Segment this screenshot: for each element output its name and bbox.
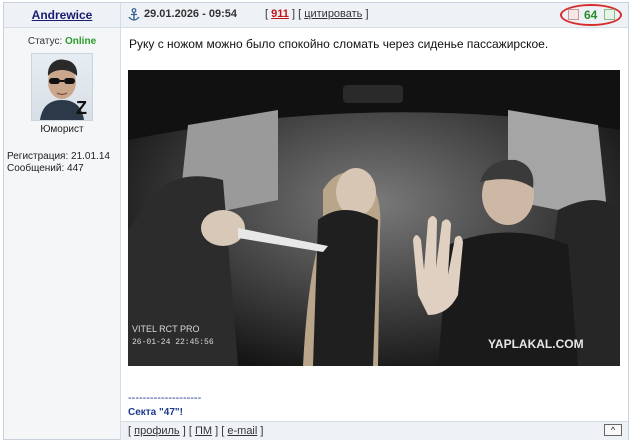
footer-links: [ профиль ] [ ПМ ] [ e-mail ]: [128, 425, 263, 437]
cam-brand: VITEL RCT PRO: [132, 324, 200, 334]
post-number-link[interactable]: 911: [271, 8, 289, 20]
bracket: [: [188, 425, 192, 437]
post-header: 29.01.2026 - 09:54 [ 911 ] [ цитировать …: [121, 3, 628, 28]
post-text: Руку с ножом можно было спокойно сломать…: [129, 37, 549, 51]
pm-link[interactable]: ПМ: [195, 425, 212, 437]
signature-separator: --------------------: [128, 392, 202, 404]
quote-link[interactable]: цитировать: [304, 8, 362, 20]
user-info: Регистрация: 21.01.14 Сообщений: 447: [7, 151, 120, 175]
anchor-icon[interactable]: [128, 8, 140, 22]
bracket: [: [221, 425, 225, 437]
bracket: ]: [365, 8, 369, 20]
cam-date: 26-01-24 22:45:56: [132, 338, 214, 347]
rate-up-icon[interactable]: [604, 9, 615, 20]
scroll-top-button[interactable]: ^: [604, 424, 622, 436]
posts-label: Сообщений:: [7, 163, 65, 174]
registration-date: 21.01.14: [71, 151, 110, 162]
post-datetime: 29.01.2026 - 09:54: [144, 8, 237, 20]
bracket: [: [128, 425, 132, 437]
post-meta: [ 911 ] [ цитировать ]: [265, 8, 369, 20]
bracket: ]: [182, 425, 186, 437]
username-link[interactable]: Andrewice: [32, 8, 93, 22]
post-footer: [ профиль ] [ ПМ ] [ e-mail ] ^: [121, 421, 628, 440]
status-label: Статус:: [27, 36, 63, 47]
user-panel-header: Andrewice: [4, 3, 120, 28]
registration-label: Регистрация:: [7, 151, 69, 162]
bracket: [: [265, 8, 269, 20]
posts-row: Сообщений: 447: [7, 163, 120, 175]
bracket: ]: [215, 425, 219, 437]
user-status: Статус: Online: [4, 36, 120, 47]
rating-widget: 64: [560, 4, 622, 26]
user-rank: Юморист: [40, 124, 84, 135]
rate-down-icon[interactable]: [568, 9, 579, 20]
post-image[interactable]: VITEL RCT PRO 26-01-24 22:45:56 YAPLAKAL…: [128, 70, 620, 366]
rating-value: 64: [584, 8, 598, 22]
profile-link[interactable]: профиль: [134, 425, 180, 437]
signature: Секта "47"!: [128, 407, 183, 418]
email-link[interactable]: e-mail: [227, 425, 257, 437]
status-online: Online: [65, 36, 97, 47]
avatar[interactable]: Z: [31, 53, 93, 121]
post-body: Руку с ножом можно было спокойно сломать…: [121, 27, 628, 420]
bracket: ]: [291, 8, 295, 20]
registration-row: Регистрация: 21.01.14: [7, 151, 120, 163]
posts-count: 447: [67, 163, 84, 174]
svg-text:Z: Z: [76, 98, 87, 118]
watermark: YAPLAKAL.COM: [488, 337, 584, 351]
bracket: [: [298, 8, 302, 20]
bracket: ]: [260, 425, 264, 437]
user-panel: Andrewice Статус: Online Z Юморист Регис…: [4, 3, 121, 439]
forum-post: Andrewice Статус: Online Z Юморист Регис…: [3, 2, 629, 440]
